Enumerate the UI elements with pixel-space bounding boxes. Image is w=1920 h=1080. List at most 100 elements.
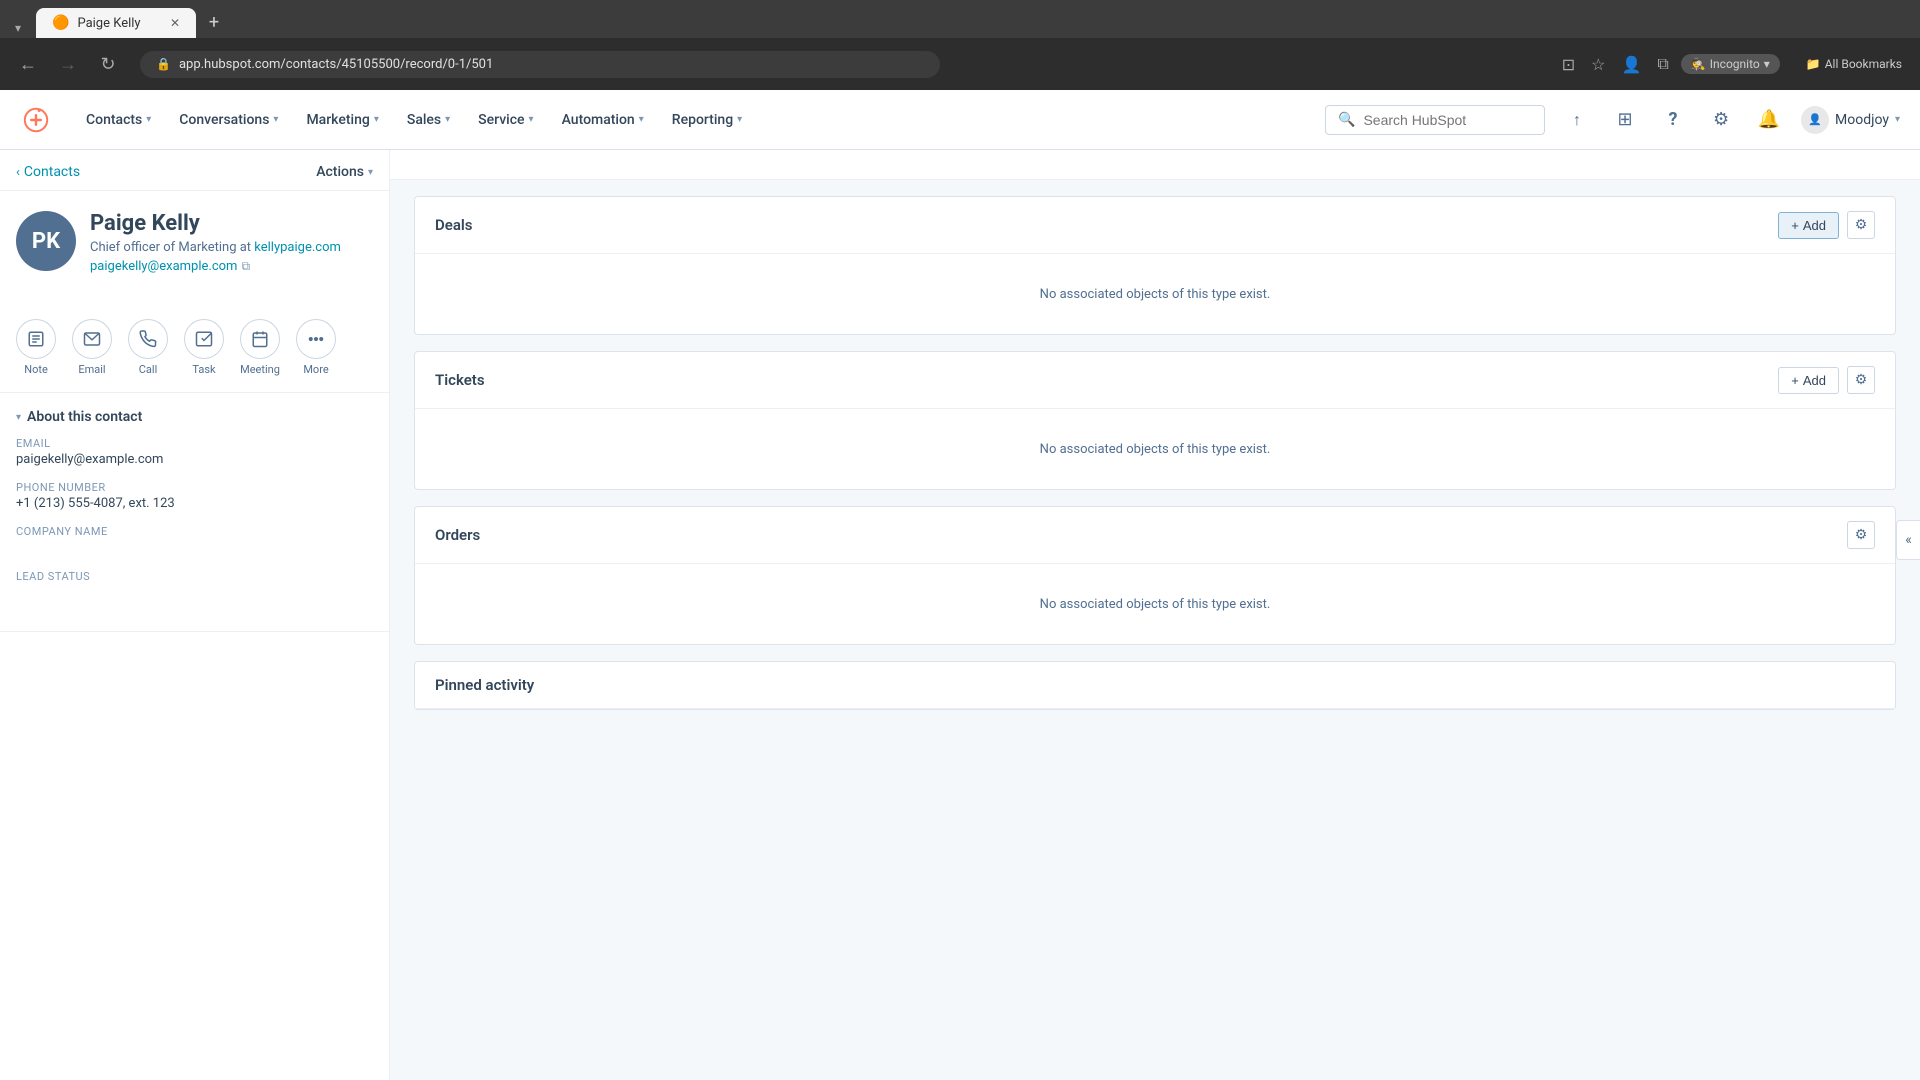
help-icon[interactable]: ?: [1657, 104, 1689, 136]
sidebar-header: ‹ Contacts Actions ▾: [0, 150, 389, 191]
scrolled-top-bar: [390, 150, 1920, 180]
contact-sidebar: ‹ Contacts Actions ▾ PK Paige Kelly: [0, 150, 390, 1080]
back-button[interactable]: ←: [12, 48, 44, 80]
tab-group-dropdown[interactable]: ▾: [8, 18, 28, 38]
lead-status-field: Lead status: [16, 570, 373, 601]
settings-icon[interactable]: ⚙: [1705, 104, 1737, 136]
marketplace-icon[interactable]: ⊞: [1609, 104, 1641, 136]
search-icon: 🔍: [1338, 112, 1355, 128]
browser-nav: ← → ↻ 🔒 app.hubspot.com/contacts/4510550…: [0, 38, 1920, 90]
user-avatar: 👤: [1801, 106, 1829, 134]
lead-status-label: Lead status: [16, 570, 373, 583]
actions-chevron: ▾: [368, 167, 373, 178]
call-button[interactable]: Call: [128, 319, 168, 376]
nav-actions: ⊡ ☆ 👤 ⧉ 🕵 Incognito ▾: [1558, 50, 1780, 78]
tickets-card: Tickets + Add ⚙ No associated ob: [414, 351, 1896, 490]
bookmarks-label: All Bookmarks: [1825, 57, 1902, 71]
more-label: More: [303, 363, 328, 376]
nav-contacts[interactable]: Contacts ▾: [72, 90, 165, 150]
section-header[interactable]: ▾ About this contact: [16, 409, 373, 425]
orders-card-actions: ⚙: [1847, 521, 1875, 549]
breadcrumb[interactable]: ‹ Contacts: [16, 164, 80, 180]
search-bar[interactable]: 🔍: [1325, 105, 1545, 135]
extensions-button[interactable]: ⊡: [1558, 51, 1579, 78]
about-contact-section: ▾ About this contact Email paigekelly@ex…: [0, 393, 389, 632]
tab-close-button[interactable]: ✕: [170, 16, 180, 30]
conversations-chevron: ▾: [273, 114, 278, 125]
refresh-button[interactable]: ↻: [92, 48, 124, 80]
tickets-gear-button[interactable]: ⚙: [1847, 366, 1875, 394]
incognito-badge: 🕵 Incognito ▾: [1681, 54, 1780, 74]
browser-chrome: ▾ 🟠 Paige Kelly ✕ + ← → ↻ 🔒 app.hubspot.…: [0, 0, 1920, 90]
new-tab-button[interactable]: +: [200, 8, 228, 36]
note-icon: [16, 319, 56, 359]
deals-card-header: Deals + Add ⚙: [415, 197, 1895, 254]
user-chevron: ▾: [1895, 114, 1900, 125]
user-name: Moodjoy: [1835, 112, 1889, 128]
meeting-button[interactable]: Meeting: [240, 319, 280, 376]
contact-title: Chief officer of Marketing at kellypaige…: [90, 240, 341, 255]
tickets-empty-message: No associated objects of this type exist…: [1040, 442, 1271, 457]
email-field-label: Email: [16, 437, 373, 450]
hubspot-logo[interactable]: [20, 104, 52, 136]
avatar-initials: PK: [32, 229, 60, 254]
task-button[interactable]: Task: [184, 319, 224, 376]
deals-title: Deals: [435, 216, 473, 234]
nav-sales[interactable]: Sales ▾: [393, 90, 464, 150]
note-button[interactable]: Note: [16, 319, 56, 376]
section-chevron: ▾: [16, 412, 21, 423]
tickets-card-body: No associated objects of this type exist…: [415, 409, 1895, 489]
phone-field: Phone number +1 (213) 555-4087, ext. 123: [16, 481, 373, 511]
profile-button[interactable]: 👤: [1617, 51, 1645, 78]
tickets-add-label: Add: [1803, 373, 1826, 388]
deals-card-body: No associated objects of this type exist…: [415, 254, 1895, 334]
contact-name: Paige Kelly: [90, 211, 341, 236]
contact-email[interactable]: paigekelly@example.com ⧉: [90, 259, 341, 274]
search-input[interactable]: [1363, 112, 1532, 128]
bookmarks-bar-toggle[interactable]: 📁 All Bookmarks: [1800, 55, 1908, 73]
nav-automation[interactable]: Automation ▾: [548, 90, 658, 150]
phone-field-label: Phone number: [16, 481, 373, 494]
actions-button[interactable]: Actions ▾: [316, 164, 373, 180]
call-icon: [128, 319, 168, 359]
copy-email-icon[interactable]: ⧉: [241, 259, 250, 274]
deals-gear-button[interactable]: ⚙: [1847, 211, 1875, 239]
lead-status-empty: [16, 585, 373, 601]
deals-add-plus: +: [1791, 218, 1799, 233]
marketing-chevron: ▾: [374, 114, 379, 125]
sidebar-collapse-button[interactable]: «: [1896, 520, 1920, 560]
contact-avatar: PK: [16, 211, 76, 271]
browser-tabs: ▾ 🟠 Paige Kelly ✕ +: [0, 0, 1920, 38]
deals-add-button[interactable]: + Add: [1778, 212, 1839, 239]
folder-icon: 📁: [1806, 57, 1821, 71]
nav-conversations[interactable]: Conversations ▾: [165, 90, 292, 150]
active-tab[interactable]: 🟠 Paige Kelly ✕: [36, 8, 196, 38]
incognito-label: Incognito: [1710, 57, 1760, 71]
orders-gear-button[interactable]: ⚙: [1847, 521, 1875, 549]
address-bar[interactable]: 🔒 app.hubspot.com/contacts/45105500/reco…: [140, 51, 940, 78]
notifications-icon[interactable]: 🔔: [1753, 104, 1785, 136]
sales-chevron: ▾: [445, 114, 450, 125]
nav-marketing[interactable]: Marketing ▾: [292, 90, 392, 150]
upgrade-icon[interactable]: ↑: [1561, 104, 1593, 136]
action-buttons-row: Note Email Call: [0, 303, 389, 393]
company-field-label: Company name: [16, 525, 373, 538]
tickets-add-button[interactable]: + Add: [1778, 367, 1839, 394]
email-field-value: paigekelly@example.com: [16, 452, 373, 467]
orders-card-header: Orders ⚙: [415, 507, 1895, 564]
forward-button[interactable]: →: [52, 48, 84, 80]
bookmark-button[interactable]: ☆: [1587, 51, 1609, 78]
user-avatar-placeholder: 👤: [1808, 113, 1822, 126]
email-field: Email paigekelly@example.com: [16, 437, 373, 467]
split-view-button[interactable]: ⧉: [1653, 50, 1672, 78]
user-menu[interactable]: 👤 Moodjoy ▾: [1801, 106, 1900, 134]
nav-service[interactable]: Service ▾: [464, 90, 547, 150]
more-button[interactable]: More: [296, 319, 336, 376]
url-text: app.hubspot.com/contacts/45105500/record…: [179, 57, 493, 72]
company-link[interactable]: kellypaige.com: [254, 240, 341, 255]
company-field-empty: [16, 540, 373, 556]
section-title: About this contact: [27, 409, 142, 425]
email-button[interactable]: Email: [72, 319, 112, 376]
contact-info: PK Paige Kelly Chief officer of Marketin…: [0, 191, 389, 303]
nav-reporting[interactable]: Reporting ▾: [658, 90, 756, 150]
